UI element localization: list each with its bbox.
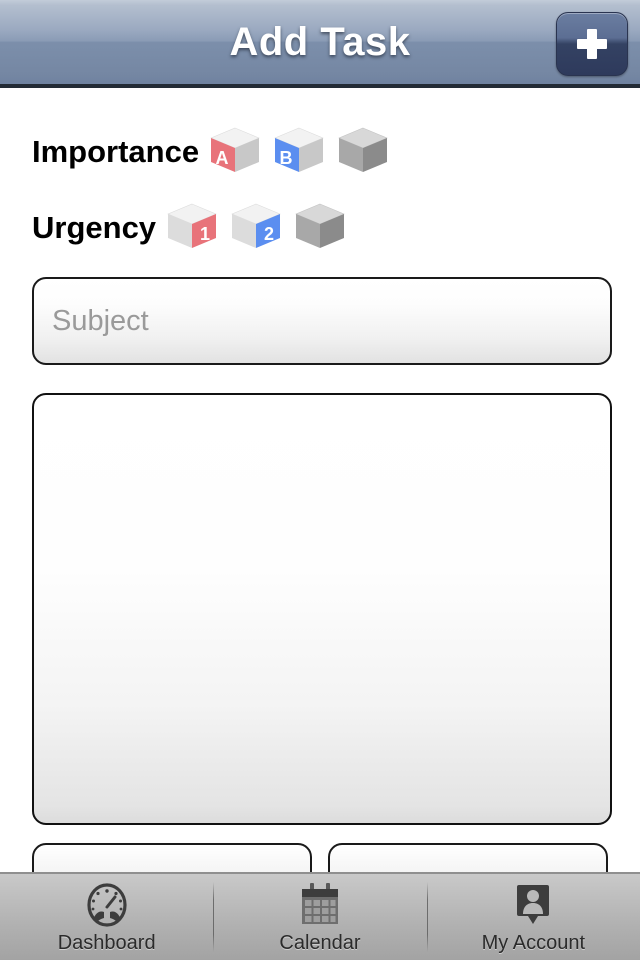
importance-option-a[interactable]: A [207,126,263,178]
tab-dashboard-label: Dashboard [57,931,156,954]
notes-textarea[interactable] [32,393,612,825]
cube-a-icon: A [207,126,263,178]
importance-option-b[interactable]: B [271,126,327,178]
urgency-options: 1 2 [156,202,348,254]
urgency-option-1[interactable]: 1 [164,202,220,254]
add-task-button[interactable] [556,12,628,76]
bottom-tab-bar: Dashboard Calendar My Account [0,872,640,960]
cube-plain-icon [335,126,391,178]
cube-plain-icon [292,202,348,254]
tab-dashboard[interactable]: Dashboard [0,874,213,960]
tab-calendar[interactable]: Calendar [213,874,426,960]
cube-1-icon: 1 [164,202,220,254]
svg-text:2: 2 [264,224,274,244]
tab-calendar-label: Calendar [279,931,361,954]
svg-text:A: A [216,148,229,168]
svg-text:B: B [280,148,293,168]
urgency-label: Urgency [32,210,157,245]
plus-icon [575,27,609,61]
importance-label: Importance [32,134,200,169]
importance-option-none[interactable] [335,126,391,178]
page-title: Add Task [229,19,411,64]
gauge-icon [81,880,133,930]
importance-row: Importance A B [32,126,391,178]
tab-my-account[interactable]: My Account [426,874,640,960]
subject-placeholder: Subject [52,304,149,337]
person-pin-icon [507,880,559,930]
app-header: Add Task [0,0,640,88]
svg-text:1: 1 [200,224,210,244]
cube-2-icon: 2 [228,202,284,254]
tab-my-account-label: My Account [481,931,586,954]
urgency-option-2[interactable]: 2 [228,202,284,254]
urgency-row: Urgency 1 2 [32,202,348,254]
subject-input[interactable]: Subject [32,277,612,365]
cube-b-icon: B [271,126,327,178]
add-task-screen: Add Task Importance A B Urgency 1 2 Subj… [0,0,640,960]
importance-options: A B [199,126,391,178]
calendar-icon [294,880,346,930]
urgency-option-none[interactable] [292,202,348,254]
